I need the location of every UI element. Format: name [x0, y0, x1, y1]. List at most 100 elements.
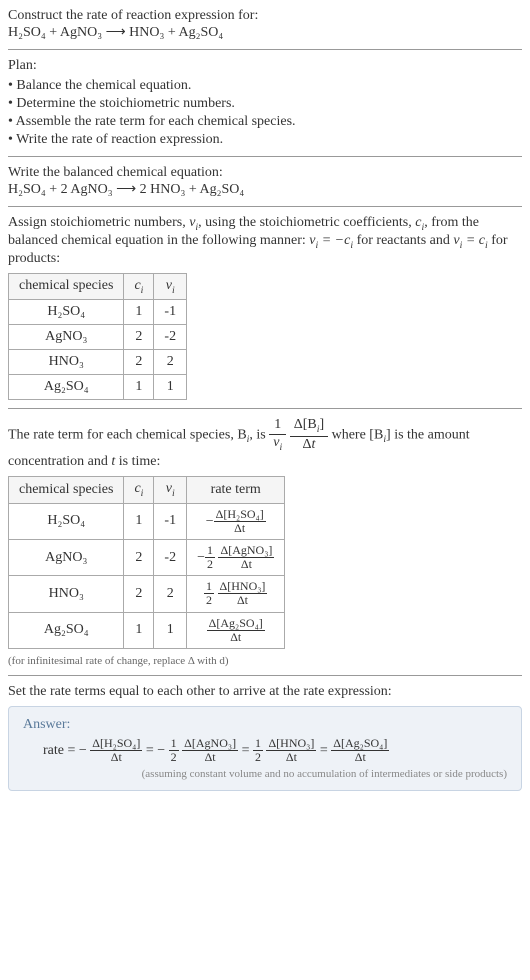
cell-rate: Δ[Ag₂SO₄]Δt	[187, 612, 285, 648]
rate-frac: Δ[H₂SO₄]Δt	[214, 508, 266, 535]
answer-expression: rate = − Δ[H₂SO₄]Δt = − 12 Δ[AgNO₃]Δt = …	[43, 737, 507, 764]
plan-item: Write the rate of reaction expression.	[8, 132, 522, 148]
cell-species: HNO₃	[9, 576, 124, 612]
rate-frac: Δ[Ag₂SO₄]Δt	[207, 617, 265, 644]
term1: Δ[H₂SO₄]Δt	[90, 737, 142, 764]
text: is time:	[115, 454, 160, 469]
cell-v: -1	[154, 300, 187, 325]
col-c: ci	[124, 273, 154, 300]
text: The rate term for each chemical species,…	[8, 428, 247, 443]
col-c: ci	[124, 476, 154, 503]
cell-c: 2	[124, 325, 154, 350]
cell-v: 2	[154, 350, 187, 375]
stoich-table: chemical species ci νi H₂SO₄1-1 AgNO₃2-2…	[8, 273, 187, 401]
divider	[8, 156, 522, 157]
rateterm-section: The rate term for each chemical species,…	[8, 417, 522, 667]
divider	[8, 408, 522, 409]
table-row: AgNO₃ 2 -2 −12 Δ[AgNO₃]Δt	[9, 539, 285, 575]
cell-rate: −Δ[H₂SO₄]Δt	[187, 503, 285, 539]
answer-note: (assuming constant volume and no accumul…	[23, 768, 507, 780]
half1: 12	[169, 737, 179, 764]
cell-v: -2	[154, 539, 187, 575]
prefix: rate = −	[43, 743, 87, 758]
table-row: AgNO₃2-2	[9, 325, 187, 350]
plan-item: Balance the chemical equation.	[8, 78, 522, 94]
cell-rate: −12 Δ[AgNO₃]Δt	[187, 539, 285, 575]
stoich-intro: Assign stoichiometric numbers, νi, using…	[8, 215, 522, 267]
cell-v: 2	[154, 576, 187, 612]
construct-title: Construct the rate of reaction expressio…	[8, 8, 522, 24]
col-v: νi	[154, 273, 187, 300]
cell-species: H₂SO₄	[9, 503, 124, 539]
cell-v: 1	[154, 375, 187, 400]
balanced-equation: H₂SO₄ + 2 AgNO₃ ⟶ 2 HNO₃ + Ag₂SO₄	[8, 181, 522, 198]
one-over-nu: 1νi	[269, 417, 286, 453]
text: Assign stoichiometric numbers,	[8, 215, 189, 230]
final-line: Set the rate terms equal to each other t…	[8, 684, 522, 700]
divider	[8, 675, 522, 676]
table-row: Ag₂SO₄ 1 1 Δ[Ag₂SO₄]Δt	[9, 612, 285, 648]
balanced-section: Write the balanced chemical equation: H₂…	[8, 165, 522, 198]
construct-equation: H₂SO₄ + AgNO₃ ⟶ HNO₃ + Ag₂SO₄	[8, 24, 522, 41]
relation: νi = −ci	[309, 233, 353, 248]
stoich-section: Assign stoichiometric numbers, νi, using…	[8, 215, 522, 400]
divider	[8, 49, 522, 50]
answer-box: Answer: rate = − Δ[H₂SO₄]Δt = − 12 Δ[AgN…	[8, 706, 522, 791]
cell-c: 1	[124, 612, 154, 648]
rateterm-note: (for infinitesimal rate of change, repla…	[8, 655, 522, 667]
term2: Δ[AgNO₃]Δt	[182, 737, 238, 764]
cell-c: 2	[124, 350, 154, 375]
half-frac: 12	[204, 580, 214, 607]
cell-c: 2	[124, 539, 154, 575]
divider	[8, 206, 522, 207]
neg: −	[206, 513, 214, 528]
cell-c: 1	[124, 375, 154, 400]
rateterm-intro: The rate term for each chemical species,…	[8, 417, 522, 469]
delta-b-over-t: Δ[Bi]Δt	[290, 417, 328, 453]
cell-v: 1	[154, 612, 187, 648]
half2: 12	[253, 737, 263, 764]
eq: =	[320, 743, 331, 758]
table-row: HNO₃ 2 2 12 Δ[HNO₃]Δt	[9, 576, 285, 612]
cell-species: H₂SO₄	[9, 300, 124, 325]
plan-title: Plan:	[8, 58, 522, 74]
eq: = −	[146, 743, 165, 758]
table-row: Ag₂SO₄11	[9, 375, 187, 400]
cell-species: HNO₃	[9, 350, 124, 375]
rateterm-table: chemical species ci νi rate term H₂SO₄ 1…	[8, 476, 285, 649]
text: where [B	[332, 428, 384, 443]
col-species: chemical species	[9, 273, 124, 300]
answer-label: Answer:	[23, 717, 507, 733]
text: , is	[249, 428, 269, 443]
construct-section: Construct the rate of reaction expressio…	[8, 8, 522, 41]
col-v: νi	[154, 476, 187, 503]
table-row: H₂SO₄ 1 -1 −Δ[H₂SO₄]Δt	[9, 503, 285, 539]
plan-list: Balance the chemical equation. Determine…	[8, 78, 522, 148]
neg: −	[197, 550, 205, 565]
rate-frac: Δ[AgNO₃]Δt	[218, 544, 274, 571]
cell-species: Ag₂SO₄	[9, 612, 124, 648]
cell-rate: 12 Δ[HNO₃]Δt	[187, 576, 285, 612]
text: for reactants and	[353, 233, 453, 248]
table-row: H₂SO₄1-1	[9, 300, 187, 325]
rate-frac: Δ[HNO₃]Δt	[218, 580, 268, 607]
c-symbol: ci	[415, 215, 424, 230]
cell-v: -2	[154, 325, 187, 350]
cell-c: 1	[124, 300, 154, 325]
half-frac: 12	[205, 544, 215, 571]
plan-item: Assemble the rate term for each chemical…	[8, 114, 522, 130]
col-rate: rate term	[187, 476, 285, 503]
balanced-title: Write the balanced chemical equation:	[8, 165, 522, 181]
table-header-row: chemical species ci νi	[9, 273, 187, 300]
table-row: HNO₃22	[9, 350, 187, 375]
table-header-row: chemical species ci νi rate term	[9, 476, 285, 503]
nu-symbol: νi	[189, 215, 198, 230]
eq: =	[242, 743, 253, 758]
relation: νi = ci	[453, 233, 487, 248]
cell-c: 2	[124, 576, 154, 612]
text: , using the stoichiometric coefficients,	[198, 215, 415, 230]
cell-v: -1	[154, 503, 187, 539]
plan-item: Determine the stoichiometric numbers.	[8, 96, 522, 112]
term3: Δ[HNO₃]Δt	[266, 737, 316, 764]
cell-species: AgNO₃	[9, 539, 124, 575]
